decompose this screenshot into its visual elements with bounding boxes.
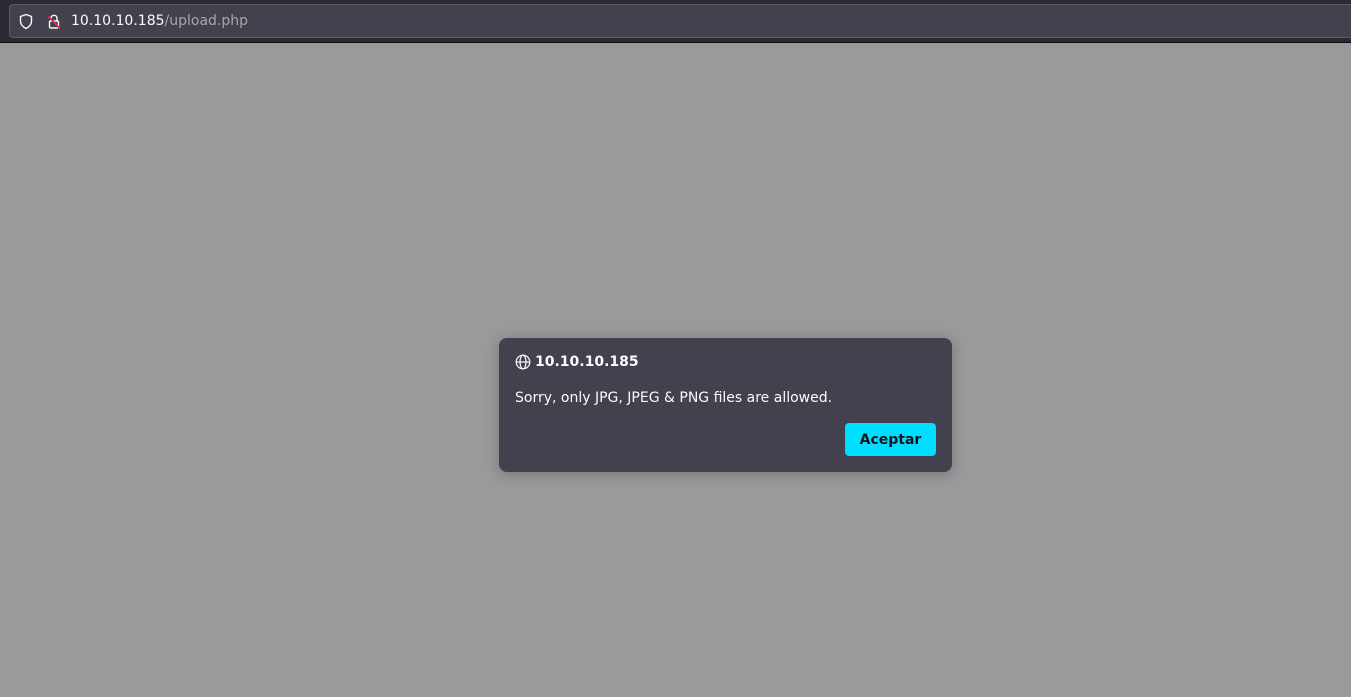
url-text[interactable]: 10.10.10.185/upload.php <box>71 13 248 30</box>
url-path: /upload.php <box>164 13 249 29</box>
accept-button[interactable]: Aceptar <box>845 423 936 456</box>
dialog-title: 10.10.10.185 <box>535 354 639 370</box>
url-host: 10.10.10.185 <box>71 13 165 29</box>
insecure-lock-icon[interactable] <box>46 13 62 30</box>
address-bar[interactable]: 10.10.10.185/upload.php <box>9 4 1351 38</box>
globe-icon <box>515 354 531 370</box>
browser-toolbar: 10.10.10.185/upload.php <box>0 0 1351 43</box>
alert-dialog: 10.10.10.185 Sorry, only JPG, JPEG & PNG… <box>499 338 952 472</box>
dialog-message: Sorry, only JPG, JPEG & PNG files are al… <box>515 390 833 406</box>
shield-icon[interactable] <box>18 13 34 30</box>
